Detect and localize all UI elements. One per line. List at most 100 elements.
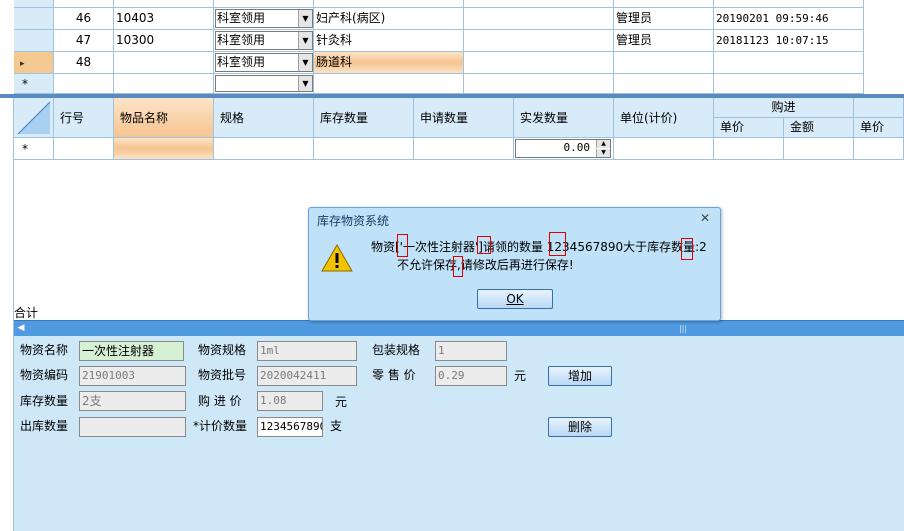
col-header-purchase-amount[interactable]: 金额 xyxy=(784,118,854,138)
ok-button[interactable]: OK xyxy=(477,289,553,309)
purchase-amount-cell[interactable] xyxy=(784,138,854,160)
row-header-new[interactable]: * xyxy=(14,138,54,160)
chevron-down-icon[interactable]: ▼ xyxy=(298,54,312,71)
code-cell: 10403 xyxy=(114,8,214,30)
requisition-list-grid: 46 10403 科室领用 ▼ 妇产科(病区) 管理员 20190201 09:5… xyxy=(0,0,904,94)
type-cell[interactable]: 科室领用 ▼ xyxy=(214,30,314,52)
horizontal-scrollbar[interactable]: ◀ ||| xyxy=(14,320,904,336)
table-row-new[interactable]: * ▼ xyxy=(0,74,864,94)
new-row-icon: * xyxy=(22,77,28,91)
item-name-cell[interactable] xyxy=(114,138,214,160)
issue-qty-spinner[interactable]: 0.00 ▲ ▼ xyxy=(515,139,611,158)
issue-qty-cell[interactable]: 0.00 ▲ ▼ xyxy=(514,138,614,160)
item-edit-form: 物资名称 一次性注射器 物资规格 1ml 包装规格 1 物资编码 2190100… xyxy=(14,336,904,531)
row-header[interactable] xyxy=(14,8,54,30)
issue-qty-value: 0.00 xyxy=(563,141,591,154)
stock-qty-cell[interactable] xyxy=(314,138,414,160)
row-header-current[interactable]: ▸ xyxy=(14,52,54,74)
spec-cell[interactable] xyxy=(214,138,314,160)
table-row[interactable]: 46 10403 科室领用 ▼ 妇产科(病区) 管理员 20190201 09:5… xyxy=(0,8,864,30)
code-cell xyxy=(114,52,214,74)
scroll-left-icon[interactable]: ◀ xyxy=(14,321,28,336)
table-row[interactable]: 47 10300 科室领用 ▼ 针灸科 管理员 20181123 10:07:15 xyxy=(0,30,864,52)
type-cell[interactable]: 科室领用 ▼ xyxy=(214,8,314,30)
red-highlight-box xyxy=(453,256,463,277)
chevron-down-icon[interactable]: ▼ xyxy=(298,32,312,49)
price-qty-field[interactable]: 1234567890 xyxy=(257,417,323,437)
scroll-thumb-grip-icon[interactable]: ||| xyxy=(676,323,690,334)
stock-qty-field[interactable]: 2支 xyxy=(79,391,186,411)
retail-price-field[interactable]: 0.29 xyxy=(435,366,507,386)
pack-spec-field[interactable]: 1 xyxy=(435,341,507,361)
total-label: 合计 xyxy=(14,306,39,320)
col-header-retail-unit-price[interactable]: 单价 xyxy=(854,118,904,138)
material-code-field[interactable]: 21901003 xyxy=(79,366,186,386)
dept-cell[interactable]: 肠道科 xyxy=(314,52,464,74)
material-name-label: 物资名称 xyxy=(20,343,69,357)
col-header-unit[interactable]: 单位(计价) xyxy=(614,98,714,138)
current-row-arrow-icon: ▸ xyxy=(20,59,25,69)
stock-qty-label: 库存数量 xyxy=(20,394,69,408)
type-combobox[interactable]: 科室领用 ▼ xyxy=(215,9,313,28)
spin-up-icon[interactable]: ▲ xyxy=(596,140,610,148)
seq-cell: 46 xyxy=(54,8,114,30)
purchase-price-field[interactable]: 1.08 xyxy=(257,391,323,411)
empty-cell xyxy=(464,8,614,30)
col-group-purchase: 购进 xyxy=(714,98,854,118)
unit-cell[interactable] xyxy=(614,138,714,160)
chevron-down-icon[interactable]: ▼ xyxy=(298,76,312,91)
dept-cell: 妇产科(病区) xyxy=(314,8,464,30)
code-cell: 10300 xyxy=(114,30,214,52)
apply-qty-cell[interactable] xyxy=(414,138,514,160)
row-header[interactable] xyxy=(14,30,54,52)
add-button[interactable]: 增加 xyxy=(548,366,612,386)
user-cell xyxy=(614,52,714,74)
row-header[interactable] xyxy=(14,0,54,8)
red-highlight-box xyxy=(549,232,566,256)
select-all-corner[interactable] xyxy=(14,98,54,138)
type-combobox[interactable]: ▼ xyxy=(215,75,313,92)
col-group-retail xyxy=(854,98,904,118)
price-qty-label: *计价数量 xyxy=(193,419,248,433)
user-cell: 管理员 xyxy=(614,8,714,30)
retail-price-label: 零 售 价 xyxy=(372,368,416,382)
purchase-price-unit: 元 xyxy=(335,395,348,409)
batch-no-label: 物资批号 xyxy=(198,368,247,382)
type-combobox[interactable]: 科室领用 ▼ xyxy=(215,53,313,72)
spin-down-icon[interactable]: ▼ xyxy=(596,149,610,157)
out-qty-field[interactable] xyxy=(79,417,186,437)
material-spec-field[interactable]: 1ml xyxy=(257,341,357,361)
warning-icon xyxy=(321,243,353,272)
chevron-down-icon[interactable]: ▼ xyxy=(298,10,312,27)
material-name-field[interactable]: 一次性注射器 xyxy=(79,341,184,361)
type-cell[interactable]: ▼ xyxy=(214,74,314,94)
close-icon[interactable]: ✕ xyxy=(698,211,712,225)
purchase-price-label: 购 进 价 xyxy=(198,394,242,408)
purchase-unit-price-cell[interactable] xyxy=(714,138,784,160)
user-cell: 管理员 xyxy=(614,30,714,52)
row-header-new[interactable]: * xyxy=(14,74,54,94)
batch-no-field[interactable]: 2020042411 xyxy=(257,366,357,386)
type-cell[interactable]: 科室领用 ▼ xyxy=(214,52,314,74)
retail-price-unit: 元 xyxy=(514,369,527,383)
dept-cell: 针灸科 xyxy=(314,30,464,52)
material-spec-label: 物资规格 xyxy=(198,343,247,357)
col-header-item-name[interactable]: 物品名称 xyxy=(114,98,214,138)
retail-unit-price-cell[interactable] xyxy=(854,138,904,160)
dialog-title: 库存物资系统 xyxy=(317,214,390,228)
col-header-row-no[interactable]: 行号 xyxy=(54,98,114,138)
red-highlight-box xyxy=(681,238,693,260)
row-no-cell[interactable] xyxy=(54,138,114,160)
time-cell: 20181123 10:07:15 xyxy=(714,30,864,52)
price-qty-unit: 支 xyxy=(330,419,343,433)
col-header-issue-qty[interactable]: 实发数量 xyxy=(514,98,614,138)
col-header-spec[interactable]: 规格 xyxy=(214,98,314,138)
type-combobox[interactable]: 科室领用 ▼ xyxy=(215,31,313,50)
table-row-selected[interactable]: ▸ 48 科室领用 ▼ 肠道科 xyxy=(0,52,864,74)
col-header-apply-qty[interactable]: 申请数量 xyxy=(414,98,514,138)
table-row[interactable] xyxy=(0,0,864,8)
delete-button[interactable]: 删除 xyxy=(548,417,612,437)
col-header-stock-qty[interactable]: 库存数量 xyxy=(314,98,414,138)
new-row-icon: * xyxy=(22,142,28,156)
col-header-purchase-unit-price[interactable]: 单价 xyxy=(714,118,784,138)
